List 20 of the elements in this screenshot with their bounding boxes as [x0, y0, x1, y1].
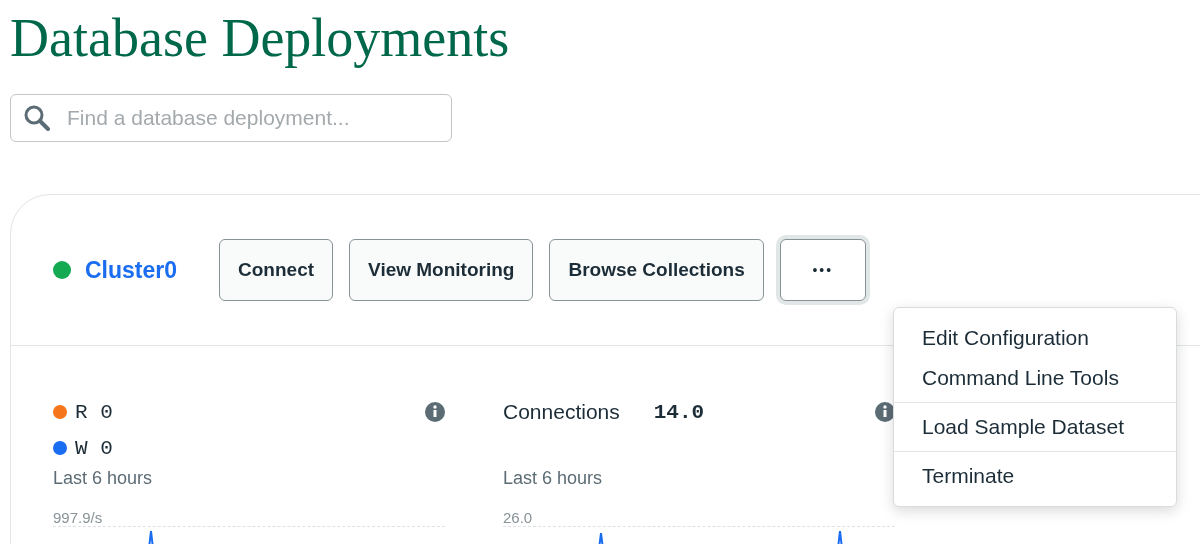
cluster-link[interactable]: Cluster0: [85, 256, 178, 284]
period-label: Last 6 hours: [503, 468, 604, 489]
axis-max-label: 26.0: [503, 509, 534, 526]
metric-title: Connections: [503, 400, 620, 424]
menu-item[interactable]: Edit Configuration: [894, 318, 1176, 358]
page-title: Database Deployments: [9, 7, 511, 70]
action-button[interactable]: Connect: [219, 239, 334, 301]
action-button[interactable]: View Monitoring: [349, 239, 534, 301]
menu-item[interactable]: Terminate: [894, 456, 1176, 496]
action-button[interactable]: Browse Collections: [549, 239, 764, 301]
period-label: Last 6 hours: [53, 468, 154, 489]
search-icon: [24, 105, 50, 131]
legend-label: R 0: [75, 400, 113, 424]
axis-max-label: 997.9/s: [53, 509, 104, 526]
metric-value: 14.0: [653, 400, 705, 424]
legend-label: W 0: [75, 436, 113, 460]
menu-item[interactable]: Command Line Tools: [894, 358, 1176, 398]
search-field[interactable]: Find a database deployment...: [10, 94, 452, 142]
info-icon[interactable]: [425, 402, 445, 422]
menu-item[interactable]: Load Sample Dataset: [894, 407, 1176, 447]
